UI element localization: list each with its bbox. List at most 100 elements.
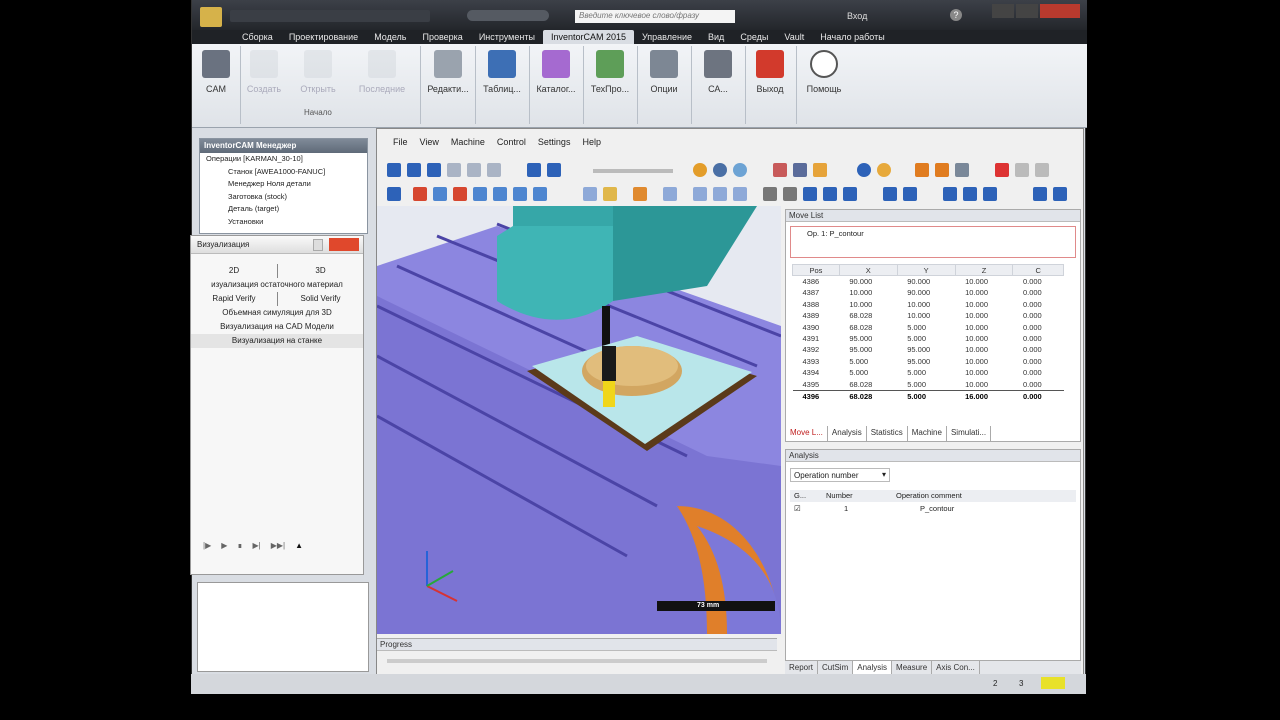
layout-icon-2[interactable] — [1053, 187, 1067, 201]
login-label[interactable]: Вход — [847, 11, 867, 21]
cube-top-icon[interactable] — [433, 187, 447, 201]
table-row[interactable]: 4392 95.000 95.000 10.000 0.000 — [793, 344, 1064, 355]
tree-item-stock[interactable]: Заготовка (stock) — [206, 191, 367, 204]
tab-statistics[interactable]: Statistics — [867, 426, 908, 441]
path-icon[interactable] — [803, 187, 817, 201]
close-button[interactable] — [1040, 4, 1080, 18]
residual-material-button[interactable]: изуализация остаточного материал — [191, 278, 363, 292]
shading-icon[interactable] — [763, 187, 777, 201]
cube-right-icon[interactable] — [453, 187, 467, 201]
fast-forward-icon[interactable] — [467, 163, 481, 177]
menu-file[interactable]: File — [387, 137, 414, 147]
col-g[interactable]: G... — [790, 490, 826, 502]
tab-view[interactable]: Вид — [700, 30, 732, 44]
cube-bottom-icon[interactable] — [513, 187, 527, 201]
sphere-icon[interactable] — [857, 163, 871, 177]
techproc-button[interactable]: ТехПро... — [586, 48, 634, 112]
tab-design[interactable]: Проектирование — [281, 30, 366, 44]
tree-item-operations[interactable]: Операции [KARMAN_30-10] — [206, 153, 367, 166]
simulation-viewport[interactable]: 73 mm — [377, 206, 781, 634]
minimize-button[interactable] — [992, 4, 1014, 18]
view-icon-3[interactable] — [733, 163, 747, 177]
mode-2d-button[interactable]: 2D — [191, 264, 277, 278]
create-button[interactable]: Создать — [244, 48, 284, 112]
target-icon[interactable] — [877, 163, 891, 177]
stock-icon[interactable] — [813, 163, 827, 177]
speed-slider[interactable] — [593, 169, 673, 173]
tree-item-setups[interactable]: Установки — [206, 216, 367, 229]
toolpath-icon-7[interactable] — [733, 187, 747, 201]
help-icon[interactable]: ? — [950, 9, 962, 21]
row-checkbox[interactable]: ☑ — [790, 502, 826, 516]
path-icon-2[interactable] — [823, 187, 837, 201]
tree-item-zero-manager[interactable]: Менеджер Ноля детали — [206, 178, 367, 191]
col-comment[interactable]: Operation comment — [896, 490, 1006, 502]
col-z[interactable]: Z — [954, 264, 1014, 276]
collision-icon[interactable] — [915, 163, 929, 177]
tab-analysis[interactable]: Analysis — [828, 426, 867, 441]
cube-iso-icon[interactable] — [533, 187, 547, 201]
tab-environments[interactable]: Среды — [732, 30, 776, 44]
toolpath-icon-4[interactable] — [663, 187, 677, 201]
table-row[interactable]: 4386 90.000 90.000 10.000 0.000 — [793, 276, 1064, 288]
table-row[interactable]: 4387 10.000 90.000 10.000 0.000 — [793, 287, 1064, 298]
path-icon-8[interactable] — [983, 187, 997, 201]
path-icon-5[interactable] — [903, 187, 917, 201]
tab-assembly[interactable]: Сборка — [234, 30, 281, 44]
menu-machine[interactable]: Machine — [445, 137, 491, 147]
grid-icon[interactable] — [955, 163, 969, 177]
play-icon[interactable] — [427, 163, 441, 177]
step-back-icon[interactable] — [407, 163, 421, 177]
tree-item-target[interactable]: Деталь (target) — [206, 203, 367, 216]
analysis-dropdown[interactable]: Operation number ▾ — [790, 468, 890, 482]
menu-help[interactable]: Help — [576, 137, 607, 147]
toolpath-icon-3[interactable] — [633, 187, 647, 201]
first-frame-icon[interactable]: |▶ — [203, 541, 211, 550]
start-group-label[interactable]: Начало — [304, 108, 332, 117]
measure-icon[interactable] — [1015, 163, 1029, 177]
eject-icon[interactable]: ▲ — [295, 541, 303, 550]
toolpath-icon-5[interactable] — [693, 187, 707, 201]
col-y[interactable]: Y — [896, 264, 956, 276]
shading-icon-2[interactable] — [783, 187, 797, 201]
tab-simulation[interactable]: Simulati... — [947, 426, 992, 441]
tab-manage[interactable]: Управление — [634, 30, 700, 44]
tree-item-machine[interactable]: Станок [AWEA1000-FANUC] — [206, 166, 367, 179]
path-icon-4[interactable] — [883, 187, 897, 201]
toolpath-icon-6[interactable] — [713, 187, 727, 201]
quick-access-toolbar[interactable] — [230, 10, 430, 22]
cube-back-icon[interactable] — [493, 187, 507, 201]
tab-inventorcam[interactable]: InventorCAM 2015 — [542, 30, 634, 44]
pause-icon[interactable]: ∎ — [237, 541, 242, 550]
search-input[interactable]: Введите ключевое слово/фразу — [575, 10, 735, 23]
tab-tools[interactable]: Инструменты — [471, 30, 543, 44]
cube-left-icon[interactable] — [473, 187, 487, 201]
toolpath-icon-2[interactable] — [603, 187, 617, 201]
table-row[interactable]: 4393 5.000 95.000 10.000 0.000 — [793, 356, 1064, 367]
stop-icon[interactable] — [487, 163, 501, 177]
cube-front-icon[interactable] — [413, 187, 427, 201]
rewind-icon[interactable] — [387, 163, 401, 177]
holder-icon[interactable] — [793, 163, 807, 177]
volume-sim-button[interactable]: Объемная симуляция для 3D — [191, 306, 363, 320]
path-icon-7[interactable] — [963, 187, 977, 201]
open-button[interactable]: Открыть — [296, 48, 340, 112]
cam-button[interactable]: CAM — [198, 48, 234, 112]
axes-icon[interactable] — [387, 187, 401, 201]
col-number[interactable]: Number — [826, 490, 896, 502]
toolpath-icon[interactable] — [583, 187, 597, 201]
app-logo-icon[interactable] — [200, 7, 222, 27]
recent-button[interactable]: Последние — [352, 48, 412, 112]
cad-vis-button[interactable]: Визуализация на CAD Модели — [191, 320, 363, 334]
layout-icon[interactable] — [1033, 187, 1047, 201]
help-button[interactable]: Помощь — [800, 48, 848, 112]
fit-icon[interactable] — [935, 163, 949, 177]
options-button[interactable]: Опции — [642, 48, 686, 112]
ca-button[interactable]: СА... — [696, 48, 740, 112]
menu-view[interactable]: View — [414, 137, 445, 147]
analysis-row[interactable]: ☑ 1 P_contour — [790, 502, 1076, 516]
view-icon-1[interactable] — [693, 163, 707, 177]
menu-settings[interactable]: Settings — [532, 137, 577, 147]
tab-vault[interactable]: Vault — [776, 30, 812, 44]
step-icon[interactable]: ▶| — [252, 541, 260, 550]
